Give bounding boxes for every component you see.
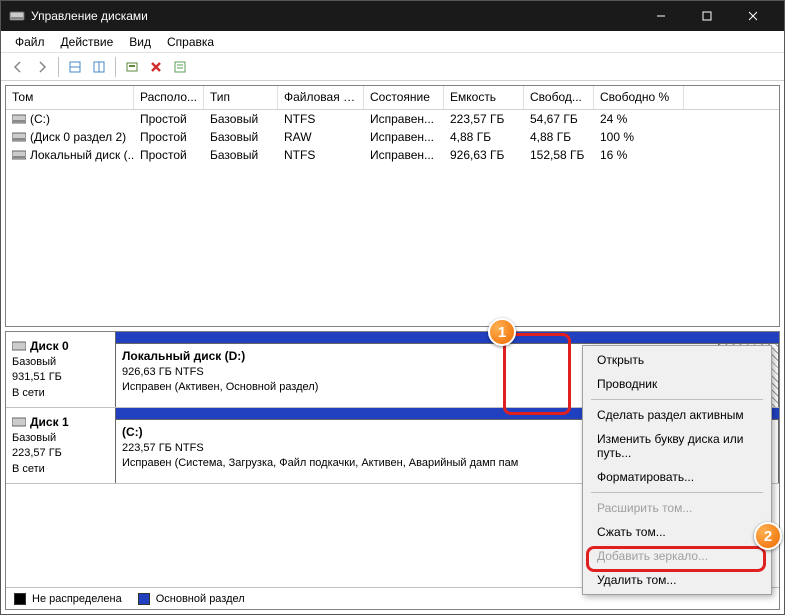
forward-button[interactable] <box>31 56 53 78</box>
close-button[interactable] <box>730 1 776 31</box>
legend-primary-swatch <box>138 593 150 605</box>
disk-0-type: Базовый <box>12 355 109 370</box>
disk-0-bar <box>116 332 779 344</box>
window-title: Управление дисками <box>31 9 638 23</box>
legend-unalloc-swatch <box>14 593 26 605</box>
disk-1-title: Диск 1 <box>30 414 69 431</box>
back-button[interactable] <box>7 56 29 78</box>
properties-icon[interactable] <box>169 56 191 78</box>
col-status[interactable]: Состояние <box>364 86 444 109</box>
col-free[interactable]: Свобод... <box>524 86 594 109</box>
legend-primary-label: Основной раздел <box>156 593 245 605</box>
disk-1-size: 223,57 ГБ <box>12 446 109 461</box>
title-bar: Управление дисками <box>1 1 784 31</box>
delete-icon[interactable] <box>145 56 167 78</box>
col-layout[interactable]: Располо... <box>134 86 204 109</box>
context-menu: Открыть Проводник Сделать раздел активны… <box>582 345 772 595</box>
col-volume[interactable]: Том <box>6 86 134 109</box>
ctx-shrink[interactable]: Сжать том... <box>585 520 769 544</box>
view-list-icon[interactable] <box>64 56 86 78</box>
ctx-open[interactable]: Открыть <box>585 348 769 372</box>
volume-icon <box>12 149 26 161</box>
view-detail-icon[interactable] <box>88 56 110 78</box>
refresh-icon[interactable] <box>121 56 143 78</box>
disk-icon <box>12 340 26 352</box>
volume-icon <box>12 131 26 143</box>
volume-icon <box>12 113 26 125</box>
disk-icon <box>12 416 26 428</box>
menu-view[interactable]: Вид <box>121 33 159 51</box>
ctx-extend: Расширить том... <box>585 496 769 520</box>
toolbar <box>1 53 784 81</box>
ctx-make-active[interactable]: Сделать раздел активным <box>585 403 769 427</box>
disk-0-size: 931,51 ГБ <box>12 370 109 385</box>
table-row[interactable]: Локальный диск (...ПростойБазовыйNTFSИсп… <box>6 146 779 164</box>
table-row[interactable]: (Диск 0 раздел 2)ПростойБазовыйRAWИсправ… <box>6 128 779 146</box>
app-icon <box>9 8 25 24</box>
col-capacity[interactable]: Емкость <box>444 86 524 109</box>
maximize-button[interactable] <box>684 1 730 31</box>
ctx-explorer[interactable]: Проводник <box>585 372 769 396</box>
disk-0-title: Диск 0 <box>30 338 69 355</box>
menu-file[interactable]: Файл <box>7 33 53 51</box>
ctx-change-letter[interactable]: Изменить букву диска или путь... <box>585 427 769 465</box>
disk-0-state: В сети <box>12 386 109 401</box>
volume-grid: Том Располо... Тип Файловая с... Состоян… <box>5 85 780 327</box>
ctx-delete[interactable]: Удалить том... <box>585 568 769 592</box>
legend-unalloc-label: Не распределена <box>32 593 122 605</box>
minimize-button[interactable] <box>638 1 684 31</box>
col-fs[interactable]: Файловая с... <box>278 86 364 109</box>
col-type[interactable]: Тип <box>204 86 278 109</box>
ctx-format[interactable]: Форматировать... <box>585 465 769 489</box>
menu-action[interactable]: Действие <box>53 33 122 51</box>
menu-bar: Файл Действие Вид Справка <box>1 31 784 53</box>
disk-1-state: В сети <box>12 462 109 477</box>
menu-help[interactable]: Справка <box>159 33 222 51</box>
table-row[interactable]: (C:)ПростойБазовыйNTFSИсправен...223,57 … <box>6 110 779 128</box>
col-pct[interactable]: Свободно % <box>594 86 684 109</box>
ctx-add-mirror: Добавить зеркало... <box>585 544 769 568</box>
disk-1-type: Базовый <box>12 431 109 446</box>
